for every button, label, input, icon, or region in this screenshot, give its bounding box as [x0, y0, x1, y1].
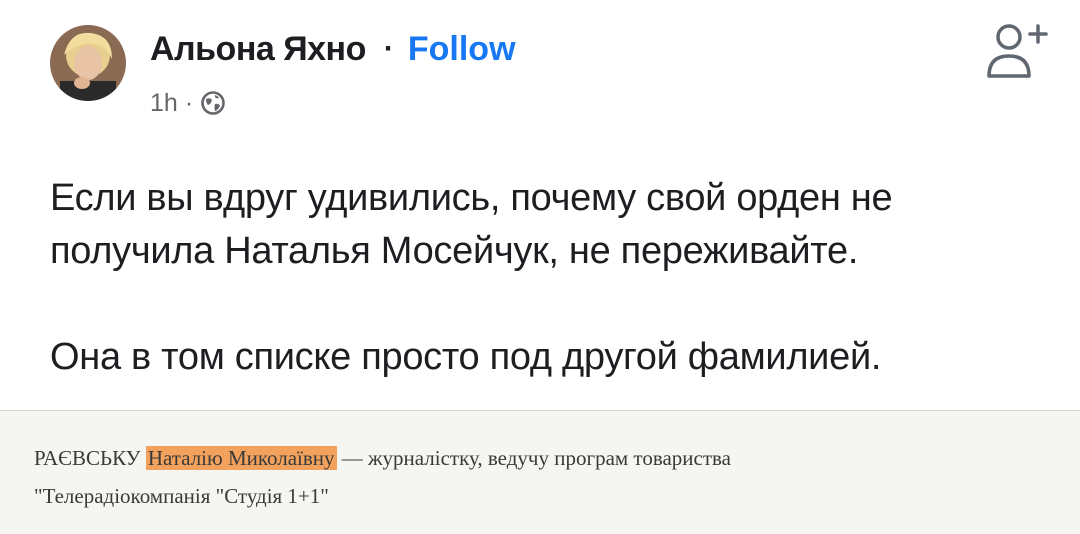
post-time[interactable]: 1h — [150, 89, 178, 118]
post-meta: 1h · — [150, 85, 226, 121]
document-line-1: РАЄВСЬКУ Наталію Миколаївну — журналістк… — [34, 439, 1064, 477]
author-row: Альона Яхно · Follow — [150, 24, 516, 74]
author-name[interactable]: Альона Яхно — [150, 30, 366, 69]
description-text: — журналістку, ведучу програм товариства — [336, 446, 731, 470]
document-line-2: "Телерадіокомпанія "Студія 1+1" — [34, 484, 329, 508]
globe-icon[interactable] — [200, 90, 226, 116]
facebook-post: Альона Яхно · Follow 1h · Если вы вдруг … — [0, 0, 1080, 410]
post-paragraph: Она в том списке просто под другой фамил… — [50, 336, 882, 378]
document-excerpt-image: РАЄВСЬКУ Наталію Миколаївну — журналістк… — [0, 410, 1080, 534]
meta-separator: · — [184, 88, 194, 117]
add-friend-icon[interactable] — [982, 20, 1052, 82]
surname-text: РАЄВСЬКУ — [34, 446, 146, 470]
post-paragraph: Если вы вдруг удивились, почему свой орд… — [50, 177, 893, 272]
highlighted-name: Наталію Миколаївну — [145, 446, 337, 470]
document-text: РАЄВСЬКУ Наталію Миколаївну — журналістк… — [34, 439, 1064, 515]
follow-button[interactable]: Follow — [408, 30, 516, 69]
header-separator: · — [383, 32, 394, 65]
post-body: Если вы вдруг удивились, почему свой орд… — [50, 172, 1050, 384]
avatar-photo — [50, 25, 126, 101]
author-avatar[interactable] — [50, 25, 126, 101]
